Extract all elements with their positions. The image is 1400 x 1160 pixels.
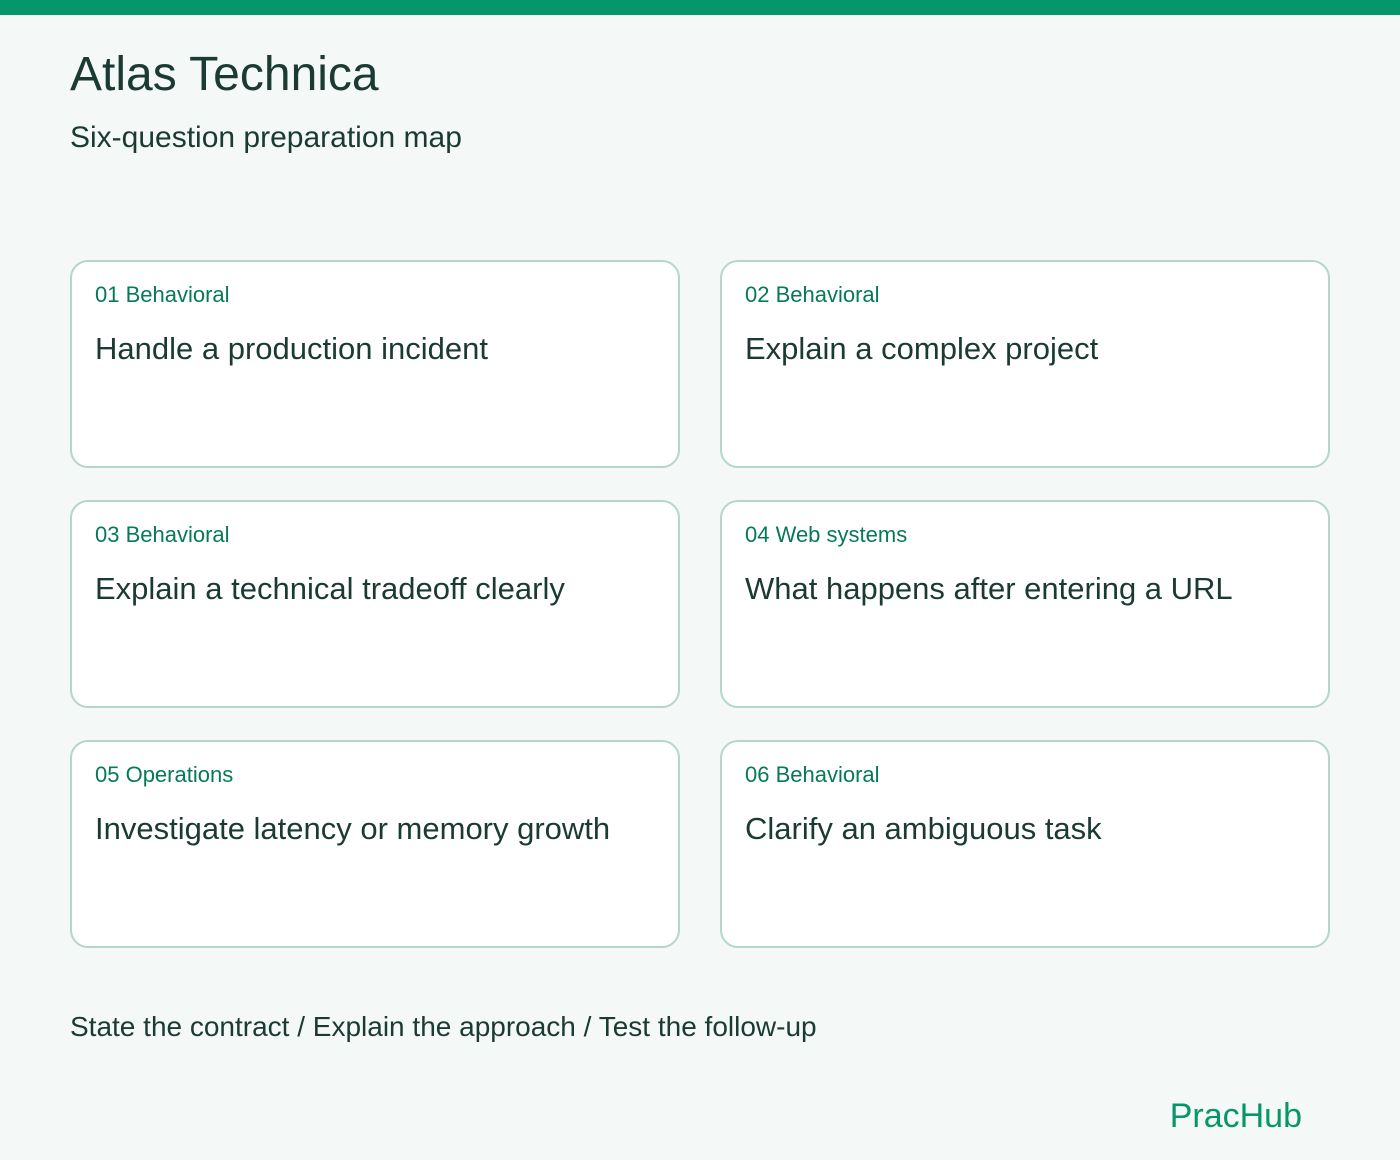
- question-card-02[interactable]: 02 Behavioral Explain a complex project: [720, 260, 1330, 468]
- question-card-tag: 01 Behavioral: [95, 282, 230, 307]
- question-card-04[interactable]: 04 Web systems What happens after enteri…: [720, 500, 1330, 708]
- question-card-tag: 03 Behavioral: [95, 522, 230, 547]
- question-card-title: Handle a production incident: [95, 331, 488, 366]
- question-card-03[interactable]: 03 Behavioral Explain a technical tradeo…: [70, 500, 680, 708]
- question-card-title: What happens after entering a URL: [745, 571, 1233, 606]
- question-card-title: Explain a complex project: [745, 331, 1099, 366]
- brand-logo: PracHub: [1169, 1097, 1302, 1135]
- page-title: Atlas Technica: [70, 48, 379, 101]
- question-card-tag: 06 Behavioral: [745, 762, 880, 787]
- question-card-title: Investigate latency or memory growth: [95, 811, 611, 846]
- top-accent-bar: [0, 0, 1400, 15]
- question-card-tag: 02 Behavioral: [745, 282, 880, 307]
- question-card-title: Clarify an ambiguous task: [745, 811, 1102, 846]
- question-card-title: Explain a technical tradeoff clearly: [95, 571, 565, 606]
- question-card-tag: 05 Operations: [95, 762, 234, 787]
- footer-steps: State the contract / Explain the approac…: [70, 1011, 817, 1042]
- page-subtitle: Six-question preparation map: [70, 121, 462, 154]
- question-card-05[interactable]: 05 Operations Investigate latency or mem…: [70, 740, 680, 948]
- question-grid: 01 Behavioral Handle a production incide…: [70, 260, 1330, 948]
- question-card-tag: 04 Web systems: [745, 522, 908, 547]
- question-card-06[interactable]: 06 Behavioral Clarify an ambiguous task: [720, 740, 1330, 948]
- question-card-01[interactable]: 01 Behavioral Handle a production incide…: [70, 260, 680, 468]
